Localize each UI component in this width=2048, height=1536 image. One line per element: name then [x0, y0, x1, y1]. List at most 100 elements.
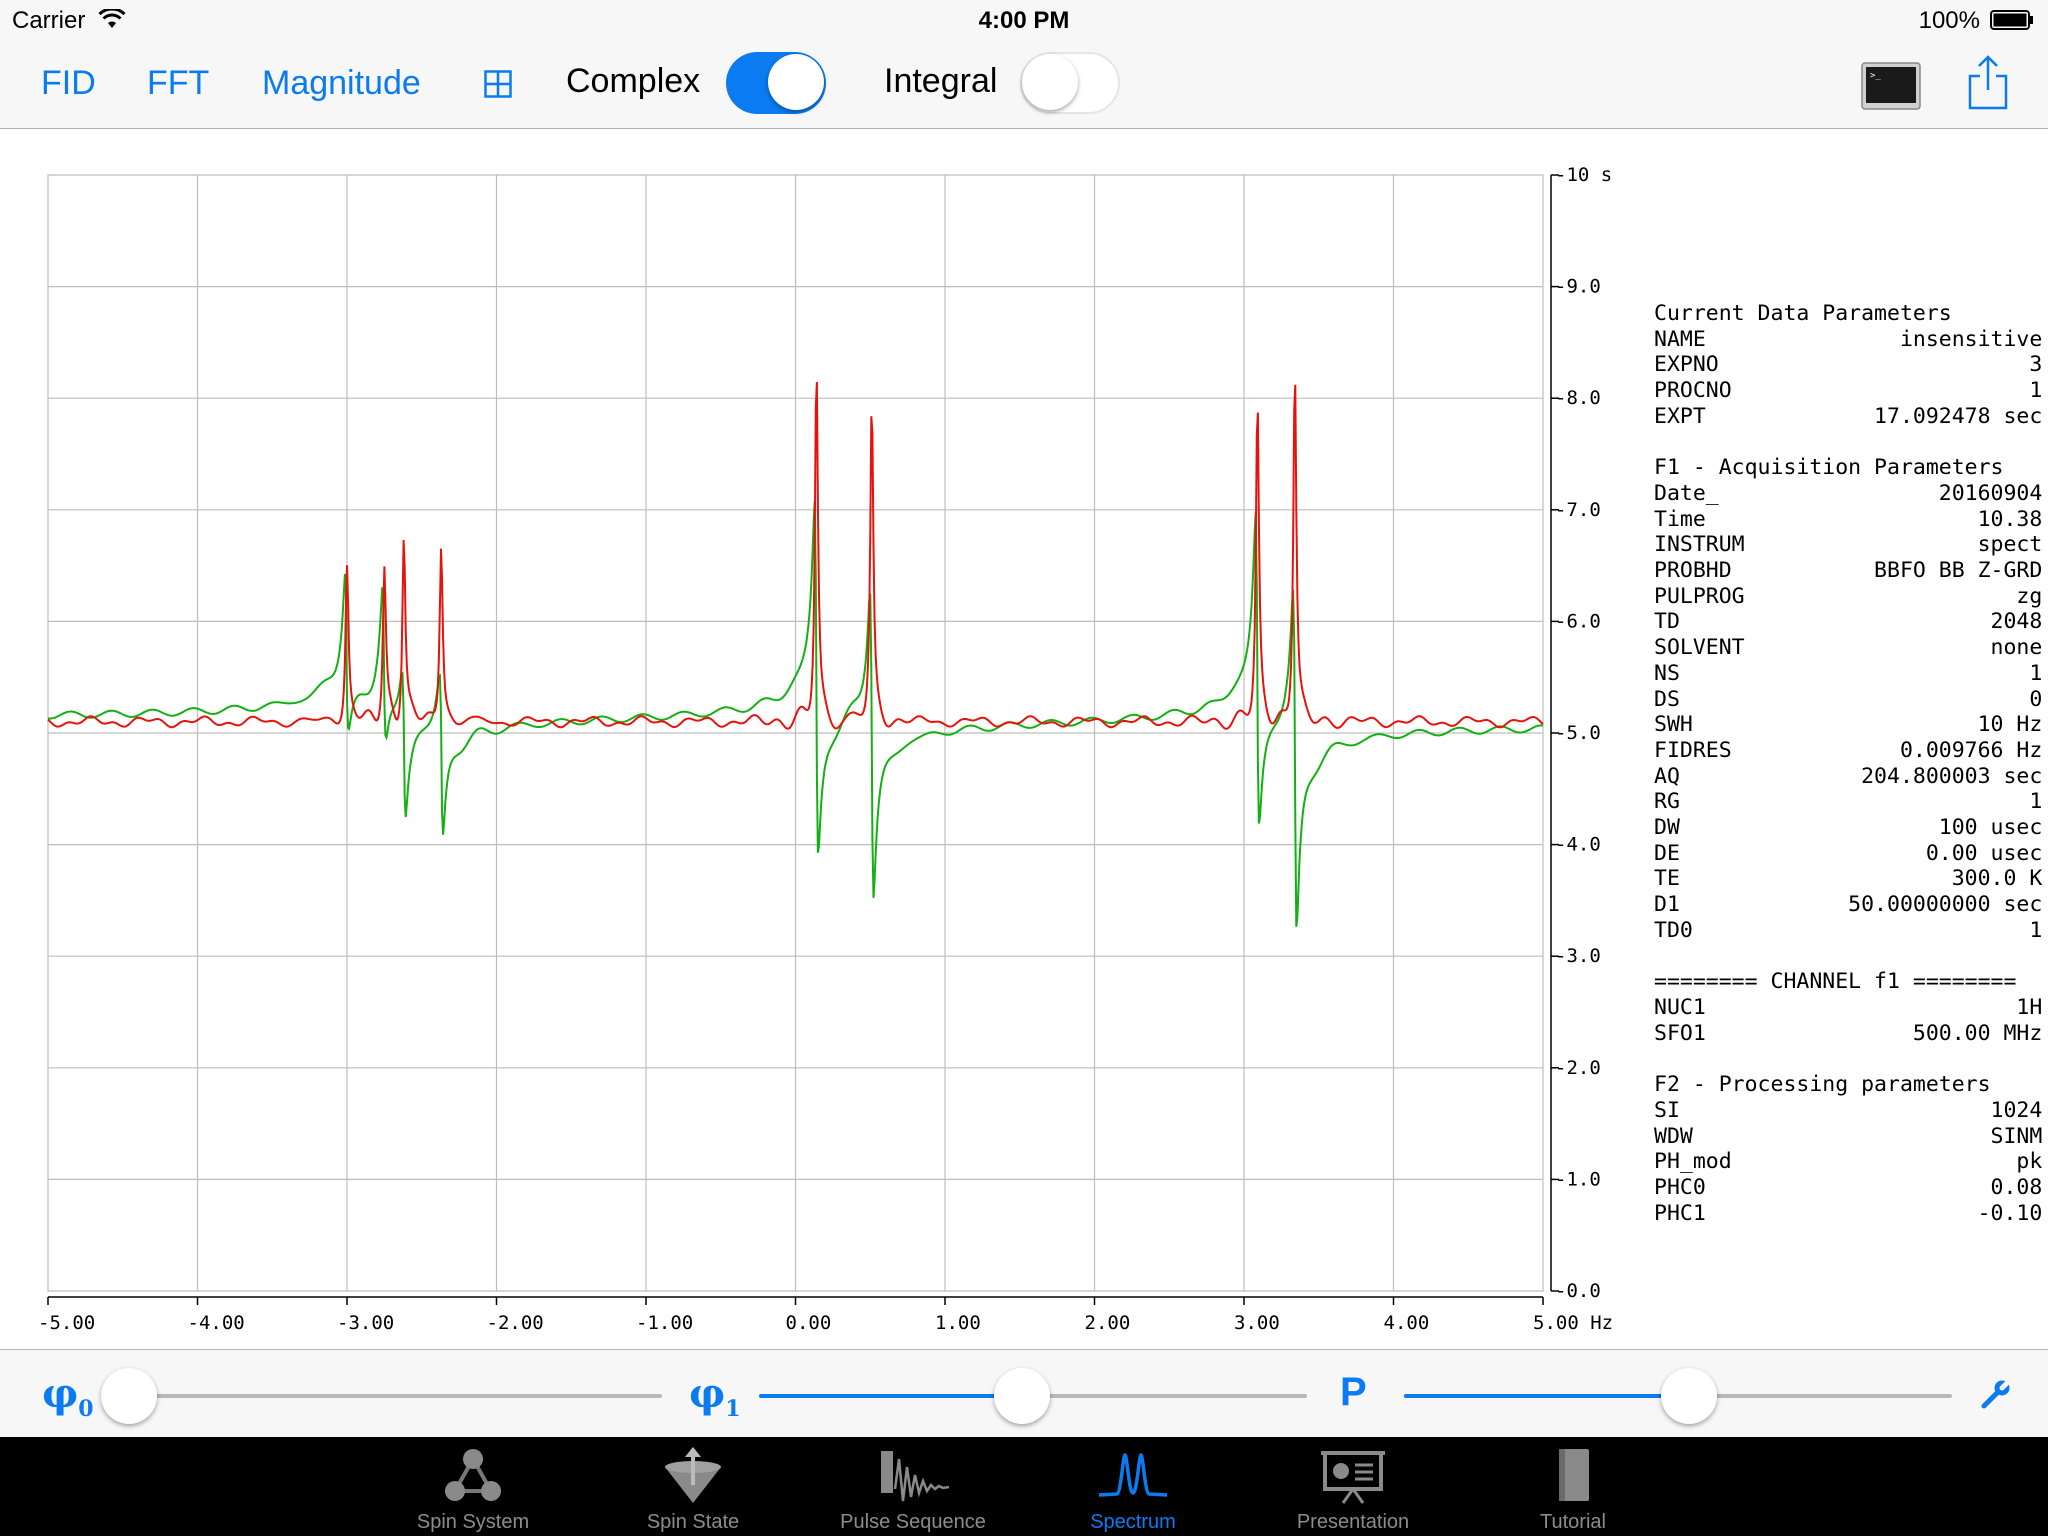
x-tick-label: 4.00 [1384, 1312, 1430, 1334]
y-tick-label: -8.0 [1555, 387, 1601, 409]
tab-label: Pulse Sequence [840, 1511, 986, 1533]
spin-state-icon [665, 1447, 721, 1503]
param-row: EXPNO 3 [1654, 352, 2043, 378]
param-row: NAME insensitive [1654, 326, 2043, 352]
tab-spectrum[interactable]: Spectrum [1033, 1437, 1233, 1536]
y-tick-label: -0.0 [1555, 1280, 1601, 1302]
tab-presentation[interactable]: Presentation [1253, 1437, 1453, 1536]
x-tick-label: 1.00 [935, 1312, 981, 1334]
tab-label: Spin State [646, 1511, 740, 1533]
toolbar: FID FFT Magnitude Complex Integral >_ [0, 40, 2048, 129]
p-slider-thumb[interactable] [1660, 1368, 1717, 1424]
presentation-icon [1321, 1451, 1385, 1504]
tab-label: Spectrum [1090, 1511, 1176, 1533]
console-icon[interactable]: >_ [1861, 62, 1921, 110]
battery-icon [1990, 10, 2033, 30]
tab-label: Presentation [1296, 1511, 1410, 1533]
param-row: PROBHD BBFO BB Z-GRD [1654, 558, 2043, 584]
param-row: NS 1 [1654, 660, 2043, 686]
y-tick-label: -4.0 [1555, 834, 1601, 856]
param-row: TD0 1 [1654, 917, 2043, 943]
fid-button[interactable]: FID [41, 64, 96, 103]
complex-label: Complex [566, 62, 701, 100]
param-row: PULPROG zg [1654, 583, 2043, 609]
y-tick-label: -10 s [1555, 164, 1612, 186]
param-row [1654, 1046, 2042, 1072]
param-row: Time 10.38 [1654, 506, 2043, 532]
complex-toggle-knob [768, 54, 824, 110]
param-row: AQ 204.800003 sec [1654, 763, 2043, 789]
param-row: SOLVENT none [1654, 635, 2043, 661]
x-tick-label: 2.00 [1085, 1312, 1131, 1334]
y-tick-label: -6.0 [1555, 610, 1601, 632]
tutorial-icon [1559, 1449, 1589, 1501]
x-tick-label: 5.00 Hz [1533, 1312, 1613, 1334]
p-slider-fill [1404, 1394, 1689, 1398]
param-row: DS 0 [1654, 686, 2043, 712]
x-tick-label: 3.00 [1234, 1312, 1280, 1334]
phase-slider-bar: φ0 φ1 P [0, 1349, 2048, 1438]
param-row: F2 - Processing parameters [1654, 1072, 1991, 1098]
pulse-sequence-icon [881, 1451, 950, 1502]
param-row: PH_mod pk [1654, 1149, 2043, 1175]
battery-percent: 100% [1918, 7, 1980, 34]
param-row: PHC1 -0.10 [1654, 1200, 2043, 1226]
param-row [1654, 944, 2042, 970]
wrench-icon[interactable] [1980, 1378, 2012, 1410]
phi1-slider-thumb[interactable] [994, 1368, 1051, 1424]
x-tick-label: -4.00 [188, 1312, 245, 1334]
phi1-slider-fill [759, 1394, 1023, 1398]
param-row: DE 0.00 usec [1654, 840, 2043, 866]
param-row [1654, 430, 2042, 456]
y-tick-label: -1.0 [1555, 1168, 1601, 1190]
param-row: SFO1 500.00 MHz [1654, 1020, 2043, 1046]
grid-icon[interactable] [484, 70, 512, 98]
param-row: INSTRUM spect [1654, 532, 2043, 558]
fft-button[interactable]: FFT [147, 64, 209, 103]
param-row: SWH 10 Hz [1654, 712, 2043, 738]
y-tick-label: -3.0 [1555, 945, 1601, 967]
tab-pulse-sequence[interactable]: Pulse Sequence [813, 1437, 1013, 1536]
param-row: RG 1 [1654, 789, 2043, 815]
share-icon[interactable] [1968, 54, 2008, 110]
integral-toggle-knob [1022, 54, 1078, 110]
y-tick-label: -9.0 [1555, 276, 1601, 298]
param-row: NUC1 1H [1654, 994, 2043, 1020]
param-row: PHC0 0.08 [1654, 1174, 2043, 1200]
status-bar: Carrier 4:00 PM 100% [0, 0, 2048, 40]
data-parameters-panel: Current Data Parameters NAME insensitive E… [1654, 301, 2042, 1226]
spectrum-chart[interactable]: -5.00 -4.00 -3.00 -2.00 -1.00 0.00 1.00 2.00 3.0… [0, 129, 1640, 1349]
integral-toggle[interactable] [1020, 52, 1120, 114]
param-row: Date_ 20160904 [1654, 480, 2043, 506]
magnitude-button[interactable]: Magnitude [262, 64, 421, 103]
phi0-slider-thumb[interactable] [101, 1368, 158, 1424]
clock: 4:00 PM [978, 7, 1070, 34]
tab-spin-state[interactable]: Spin State [593, 1437, 793, 1536]
phi1-label: φ1 [689, 1370, 741, 1422]
tab-tutorial[interactable]: Tutorial [1473, 1437, 1673, 1536]
complex-toggle[interactable] [726, 52, 826, 114]
p-label: P [1340, 1370, 1367, 1414]
x-tick-label: 0.00 [786, 1312, 832, 1334]
param-row: TE 300.0 K [1654, 866, 2043, 892]
y-tick-label: -2.0 [1555, 1057, 1601, 1079]
param-row: DW 100 usec [1654, 815, 2043, 841]
tab-spin-system[interactable]: Spin System [373, 1437, 573, 1536]
x-tick-label: -5.00 [38, 1312, 95, 1334]
spectrum-icon [1098, 1453, 1168, 1497]
param-row: FIDRES 0.009766 Hz [1654, 737, 2043, 763]
param-row: TD 2048 [1654, 609, 2043, 635]
param-row: ======== CHANNEL f1 ======== [1654, 969, 2017, 995]
tab-label: Tutorial [1540, 1511, 1606, 1533]
y-tick-label: -5.0 [1555, 722, 1601, 744]
phi0-slider-track[interactable] [113, 1394, 662, 1398]
spin-system-icon [445, 1449, 501, 1501]
param-row: EXPT 17.092478 sec [1654, 403, 2043, 429]
y-tick-label: -7.0 [1555, 499, 1601, 521]
x-tick-label: -3.00 [337, 1312, 394, 1334]
svg-text:>_: >_ [1870, 71, 1881, 81]
tab-bar: Spin System Spin State Pulse Sequence Sp… [0, 1437, 2048, 1536]
param-row: D1 50.00000000 sec [1654, 892, 2043, 918]
param-row: SI 1024 [1654, 1097, 2043, 1123]
param-row: Current Data Parameters [1654, 301, 1952, 326]
